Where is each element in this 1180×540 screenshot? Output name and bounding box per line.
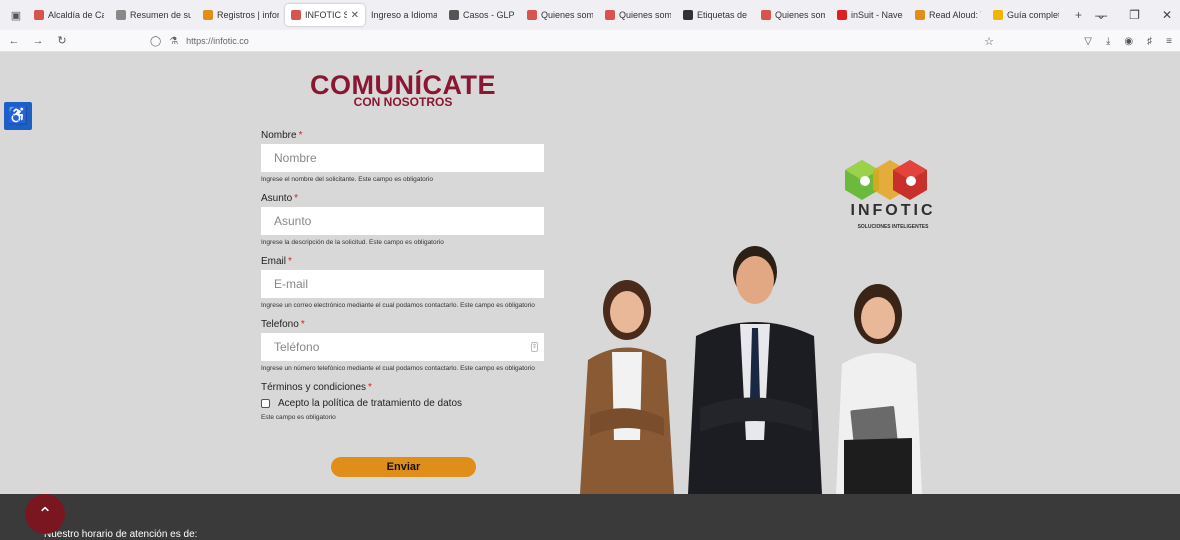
tab-favicon-icon xyxy=(993,10,1003,20)
logo-tagline: SOLUCIONES INTELIGENTES xyxy=(857,224,929,230)
terms-checkbox-label[interactable]: Acepto la política de tratamiento de dat… xyxy=(278,398,462,409)
tab-favicon-icon xyxy=(203,10,213,20)
accessibility-icon[interactable]: ♿ xyxy=(4,102,32,130)
phone-help: Ingrese un número telefónico mediante el… xyxy=(261,365,535,372)
terms-help: Este campo es obligatorio xyxy=(261,414,336,421)
team-photo xyxy=(580,246,922,494)
page-content: ♿ COMUNÍCATE CON NOSOTROS Nombre * Nombre… xyxy=(0,52,1180,540)
number-stepper-icon[interactable]: ⇕ xyxy=(531,342,538,352)
page-subtitle: CON NOSOTROS xyxy=(353,95,453,109)
tab-infotic[interactable]: INFOTIC S.A ✕ xyxy=(285,4,365,26)
tab-quienes-2[interactable]: Quienes somos xyxy=(599,4,677,26)
tab-label: Etiquetas de to xyxy=(697,10,749,20)
tab-label: Alcaldía de Cal xyxy=(48,10,104,20)
scroll-to-top-button[interactable]: ⌃ xyxy=(25,494,65,534)
tab-favicon-icon xyxy=(683,10,693,20)
download-icon[interactable]: ⤓ xyxy=(1106,36,1110,47)
name-input[interactable]: Nombre xyxy=(261,144,544,172)
tab-favicon-icon xyxy=(34,10,44,20)
tab-label: Quienes somos xyxy=(775,10,825,20)
tab-alcaldia[interactable]: Alcaldía de Cal xyxy=(28,4,110,26)
name-help: Ingrese el nombre del solicitante. Este … xyxy=(261,176,433,183)
tab-label: inSuit - Navega xyxy=(851,10,903,20)
infotic-logo-mark xyxy=(845,160,927,200)
account-icon[interactable]: ◉ xyxy=(1124,36,1133,47)
subject-help: Ingrese la descripción de la solicitud. … xyxy=(261,239,444,246)
tab-label: Quienes somos xyxy=(619,10,671,20)
tab-quienes-3[interactable]: Quienes somos xyxy=(755,4,831,26)
tab-strip: ▣ Alcaldía de Cal Resumen de su Registro… xyxy=(0,0,1180,30)
lock-icon[interactable]: ⚗ xyxy=(169,36,178,47)
extensions-icon[interactable]: ♯ xyxy=(1147,36,1152,47)
tab-label: Registros | infor xyxy=(217,10,279,20)
tab-etiquetas[interactable]: Etiquetas de to xyxy=(677,4,755,26)
tab-registros[interactable]: Registros | infor xyxy=(197,4,285,26)
tab-guia[interactable]: Guía completa xyxy=(987,4,1065,26)
bookmark-star-icon[interactable]: ☆ xyxy=(984,35,994,48)
tab-label: Quienes somos xyxy=(541,10,593,20)
name-label: Nombre * xyxy=(261,130,303,141)
email-input[interactable]: E-mail xyxy=(261,270,544,298)
tab-insuit[interactable]: inSuit - Navega xyxy=(831,4,909,26)
email-label: Email * xyxy=(261,256,292,267)
new-tab-icon[interactable]: + xyxy=(1075,8,1082,22)
chevron-up-icon: ⌃ xyxy=(37,503,53,524)
contact-form: Nombre * Nombre Ingrese el nombre del sol… xyxy=(261,130,561,422)
tab-favicon-icon xyxy=(605,10,615,20)
terms-label: Términos y condiciones * xyxy=(261,382,372,393)
submit-button[interactable]: Enviar xyxy=(331,457,476,477)
tab-quienes-1[interactable]: Quienes somos xyxy=(521,4,599,26)
tab-favicon-icon xyxy=(837,10,847,20)
tab-favicon-icon xyxy=(527,10,537,20)
tab-label: Read Aloud: Te xyxy=(929,10,981,20)
phone-label: Telefono * xyxy=(261,319,305,330)
subject-label: Asunto * xyxy=(261,193,299,204)
tab-label: Guía completa xyxy=(1007,10,1059,20)
logo-wordmark: INFOTIC xyxy=(850,202,936,219)
tab-resumen[interactable]: Resumen de su xyxy=(110,4,197,26)
tab-favicon-icon xyxy=(915,10,925,20)
footer-hours-text: Nuestro horario de atención es de: xyxy=(44,529,198,540)
tab-list: Alcaldía de Cal Resumen de su Registros … xyxy=(28,0,1065,30)
navigation-bar: ← → ↻ ◯ ⚗ https://infotic.co ☆ ▽ ⤓ ◉ ♯ ≡ xyxy=(0,30,1180,52)
shield-icon[interactable]: ◯ xyxy=(150,36,161,47)
tab-label: Resumen de su xyxy=(130,10,191,20)
phone-input[interactable]: Teléfono ⇕ xyxy=(261,333,544,361)
url-text[interactable]: https://infotic.co xyxy=(186,36,249,46)
tab-label: INFOTIC S.A xyxy=(305,10,347,20)
tab-glpi[interactable]: Casos - GLPI xyxy=(443,4,521,26)
tab-favicon-icon xyxy=(761,10,771,20)
tab-favicon-icon xyxy=(291,10,301,20)
close-window-icon[interactable]: ✕ xyxy=(1162,8,1172,22)
email-help: Ingrese un correo electrónico mediante e… xyxy=(261,302,535,309)
tab-favicon-icon xyxy=(116,10,126,20)
minimize-icon[interactable]: — xyxy=(1095,8,1107,22)
subject-input[interactable]: Asunto xyxy=(261,207,544,235)
address-bar[interactable]: ◯ ⚗ https://infotic.co ☆ xyxy=(150,32,1000,50)
tab-label: Ingreso a Idiomas E xyxy=(371,10,437,20)
menu-icon[interactable]: ≡ xyxy=(1166,36,1172,47)
tab-read-aloud[interactable]: Read Aloud: Te xyxy=(909,4,987,26)
back-arrow-icon[interactable]: ← xyxy=(4,35,24,47)
tab-label: Casos - GLPI xyxy=(463,10,515,20)
forward-arrow-icon[interactable]: → xyxy=(28,35,48,47)
pocket-icon[interactable]: ▽ xyxy=(1084,36,1092,47)
reload-icon[interactable]: ↻ xyxy=(52,34,72,47)
close-tab-icon[interactable]: ✕ xyxy=(351,10,359,21)
tab-overview-icon[interactable]: ▣ xyxy=(4,0,28,30)
tab-favicon-icon xyxy=(449,10,459,20)
footer: Nuestro horario de atención es de: xyxy=(0,494,1180,540)
terms-checkbox[interactable] xyxy=(261,399,270,408)
terms-checkbox-row[interactable]: Acepto la política de tratamiento de dat… xyxy=(261,398,561,409)
tab-idiomas[interactable]: Ingreso a Idiomas E xyxy=(365,4,443,26)
restore-icon[interactable]: ❐ xyxy=(1129,8,1140,22)
